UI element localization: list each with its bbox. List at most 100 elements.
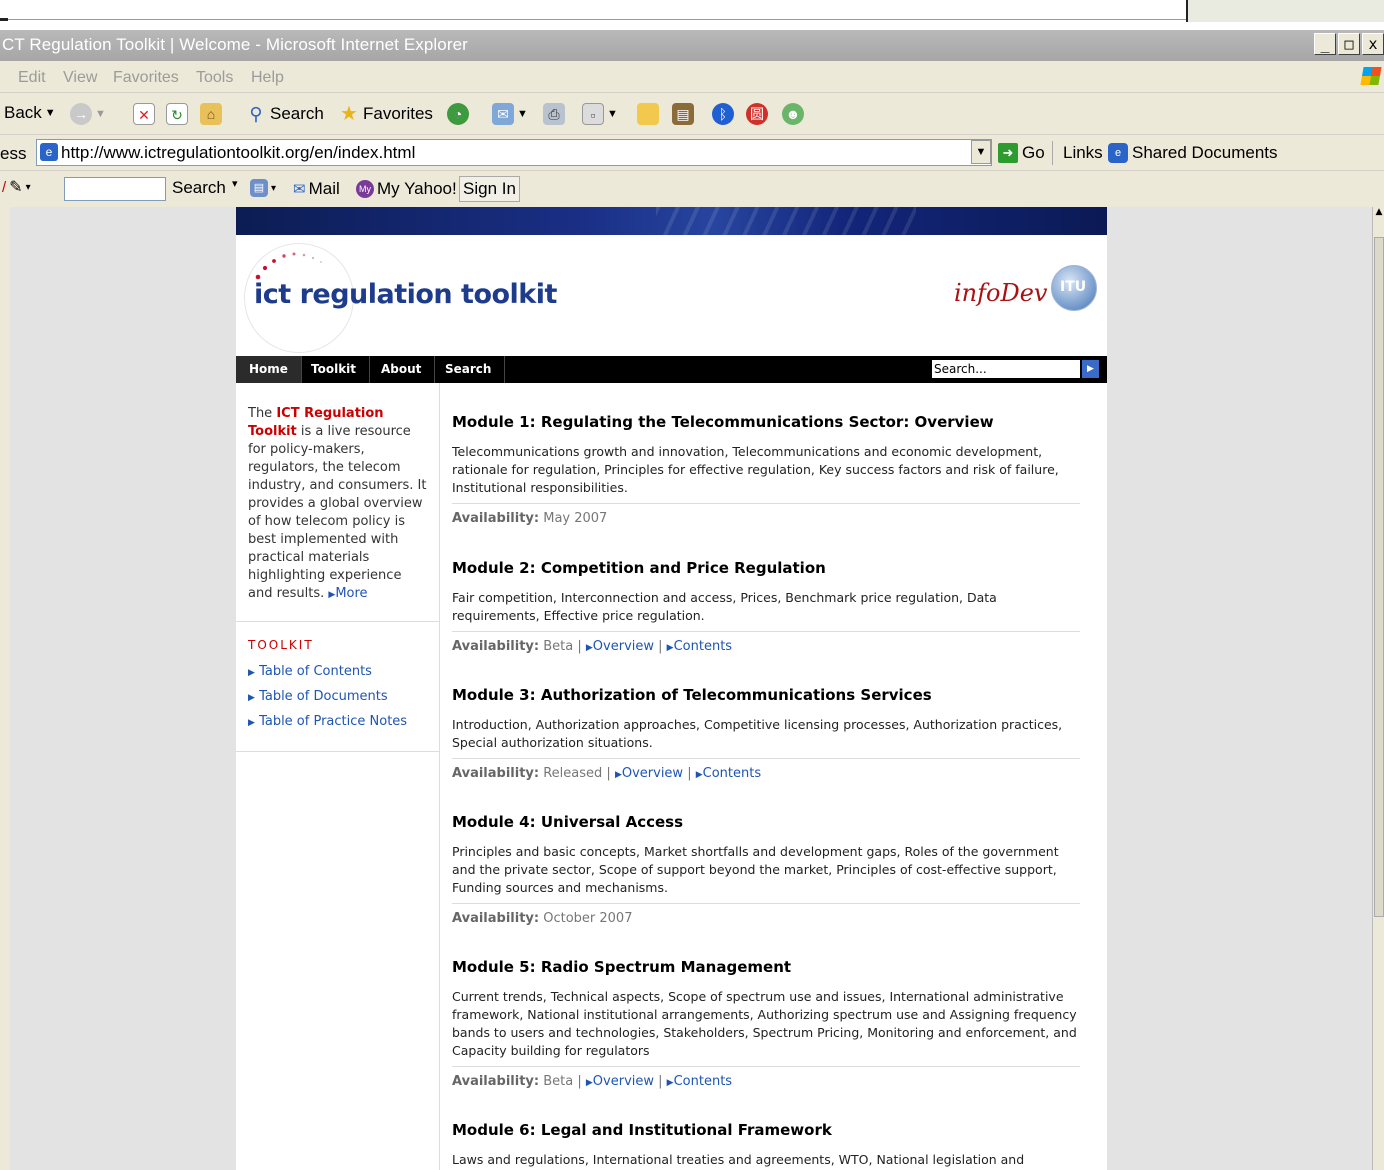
translate-button[interactable]: 圆 — [746, 103, 768, 125]
site-banner — [236, 207, 1107, 235]
search-dropdown-icon[interactable]: ▾ — [232, 177, 238, 190]
contents-link[interactable]: Contents — [674, 639, 732, 654]
address-dropdown-icon[interactable]: ▼ — [971, 140, 991, 164]
module-description: Laws and regulations, International trea… — [452, 1152, 1025, 1167]
menu-view[interactable]: View — [63, 69, 97, 87]
refresh-button[interactable]: ↻ — [166, 103, 188, 125]
yahoo-mail-label: Mail — [308, 179, 340, 198]
edit-icon: ▫ — [582, 103, 604, 125]
module-title[interactable]: Module 4: Universal Access — [452, 813, 1080, 831]
yahoo-mail-button[interactable]: ✉ Mail — [293, 179, 340, 199]
search-button[interactable]: ⚲ Search — [245, 103, 323, 125]
yahoo-toolbar: / ✎ ▾ Search ▾ ▤ ▾ ✉ Mail My My Yahoo! S… — [0, 171, 1384, 207]
toolkit-link-label: Table of Documents — [259, 689, 388, 704]
research-button[interactable]: ▤ — [672, 103, 694, 125]
site-logo[interactable]: ict regulation toolkit — [254, 279, 557, 310]
toolkit-link-label: Table of Contents — [259, 664, 372, 679]
minimize-button[interactable]: _ — [1314, 33, 1336, 55]
menu-favorites[interactable]: Favorites — [113, 69, 179, 87]
nav-tab-about[interactable]: About — [368, 356, 436, 383]
more-link[interactable]: More — [335, 586, 367, 601]
vertical-scrollbar[interactable]: ▲ — [1372, 207, 1384, 1170]
itu-logo[interactable]: ITU — [1051, 265, 1097, 311]
nav-tab-home[interactable]: Home — [236, 356, 302, 383]
module-title[interactable]: Module 6: Legal and Institutional Framew… — [452, 1121, 1080, 1139]
address-input[interactable]: e http://www.ictregulationtoolkit.org/en… — [36, 139, 992, 166]
intro-pre: The — [248, 406, 277, 421]
stop-button[interactable]: ✕ — [133, 103, 155, 125]
yahoo-menu-button[interactable]: ▤ ▾ — [250, 179, 276, 197]
back-dropdown-icon: ▼ — [44, 107, 56, 119]
history-button[interactable]: ◔ — [447, 103, 469, 125]
site-search-input[interactable]: Search... — [932, 360, 1080, 378]
module-title[interactable]: Module 5: Radio Spectrum Management — [452, 958, 1080, 976]
standard-toolbar: Back ▼ → ▼ ✕ ↻ ⌂ ⚲ Search ★ Favorites ◔ … — [0, 93, 1384, 135]
messenger-button[interactable]: ☻ — [782, 103, 804, 125]
edit-button[interactable]: ▫ ▼ — [582, 103, 618, 125]
toolkit-link-table-of-documents[interactable]: ▶ Table of Documents — [248, 688, 407, 713]
availability-value: May 2007 — [543, 511, 608, 526]
scroll-thumb[interactable] — [1374, 237, 1384, 917]
availability-value: Beta — [543, 1074, 574, 1089]
bluetooth-button[interactable]: ᛒ — [712, 103, 734, 125]
messenger-icon: ☻ — [782, 103, 804, 125]
favorites-label: Favorites — [363, 104, 433, 123]
menu-help[interactable]: Help — [251, 69, 284, 87]
maximize-button[interactable]: □ — [1338, 33, 1360, 55]
module-availability: Availability: Released | ▶Overview | ▶Co… — [452, 766, 762, 781]
nav-tab-search[interactable]: Search — [432, 356, 506, 383]
yahoo-pencil-button[interactable]: / ✎ ▾ — [2, 177, 31, 197]
site-search-go-icon[interactable]: ▶ — [1082, 360, 1099, 378]
bluetooth-icon: ᛒ — [712, 103, 734, 125]
overview-link[interactable]: Overview — [622, 766, 683, 781]
link-arrow-icon: ▶ — [248, 718, 255, 728]
module-item: Module 2: Competition and Price Regulati… — [452, 559, 1080, 654]
window-left-edge — [0, 207, 10, 1170]
scroll-up-arrow-icon[interactable]: ▲ — [1373, 207, 1384, 229]
toolkit-link-table-of-contents[interactable]: ▶ Table of Contents — [248, 663, 407, 688]
module-title[interactable]: Module 3: Authorization of Telecommunica… — [452, 686, 1080, 704]
my-yahoo-button[interactable]: My My Yahoo! — [356, 179, 457, 199]
forward-button[interactable]: → ▼ — [70, 103, 106, 125]
module-availability: Availability: October 2007 — [452, 911, 1080, 926]
yahoo-search-button[interactable]: Search — [172, 178, 226, 198]
contents-link[interactable]: Contents — [674, 1074, 732, 1089]
go-arrow-icon: ➜ — [998, 143, 1018, 163]
favorites-button[interactable]: ★ Favorites — [338, 103, 433, 125]
shared-documents-link[interactable]: e Shared Documents — [1108, 143, 1278, 163]
address-url: http://www.ictregulationtoolkit.org/en/i… — [61, 143, 416, 162]
home-button[interactable]: ⌂ — [200, 103, 222, 125]
close-button[interactable]: x — [1362, 33, 1384, 55]
links-button[interactable]: Links — [1063, 143, 1103, 163]
overview-link[interactable]: Overview — [593, 639, 654, 654]
home-icon: ⌂ — [200, 103, 222, 125]
windows-logo-icon — [1360, 67, 1382, 85]
go-button[interactable]: ➜ Go — [998, 143, 1045, 163]
print-button[interactable]: ⎙ — [543, 103, 565, 125]
mail-button[interactable]: ✉ ▼ — [492, 103, 528, 125]
menu-tools[interactable]: Tools — [196, 69, 233, 87]
forward-dropdown-icon: ▼ — [95, 108, 106, 120]
sign-in-button[interactable]: Sign In — [459, 176, 520, 202]
link-arrow-icon: ▶ — [614, 770, 622, 780]
contents-link[interactable]: Contents — [703, 766, 761, 781]
toolkit-link-table-of-practice-notes[interactable]: ▶ Table of Practice Notes — [248, 713, 407, 738]
back-button[interactable]: Back ▼ — [4, 103, 56, 123]
magnifier-icon: ⚲ — [249, 104, 263, 124]
module-title[interactable]: Module 2: Competition and Price Regulati… — [452, 559, 1080, 577]
menu-edit[interactable]: Edit — [18, 69, 46, 87]
infodev-logo[interactable]: infoDev — [954, 279, 1047, 307]
nav-tab-toolkit[interactable]: Toolkit — [298, 356, 371, 383]
availability-value: October 2007 — [543, 911, 633, 926]
overview-link[interactable]: Overview — [593, 1074, 654, 1089]
availability-label: Availability: — [452, 511, 540, 526]
itu-logo-text: ITU — [1060, 279, 1087, 295]
yahoo-search-input[interactable] — [64, 177, 166, 201]
pencil-dropdown-icon: ▾ — [25, 181, 31, 193]
my-yahoo-icon: My — [356, 180, 374, 198]
star-icon: ★ — [340, 103, 358, 125]
availability-value: Released — [543, 766, 603, 781]
module-title[interactable]: Module 1: Regulating the Telecommunicati… — [452, 413, 1080, 431]
address-label: ess — [0, 144, 27, 163]
notes-button[interactable] — [637, 103, 659, 125]
